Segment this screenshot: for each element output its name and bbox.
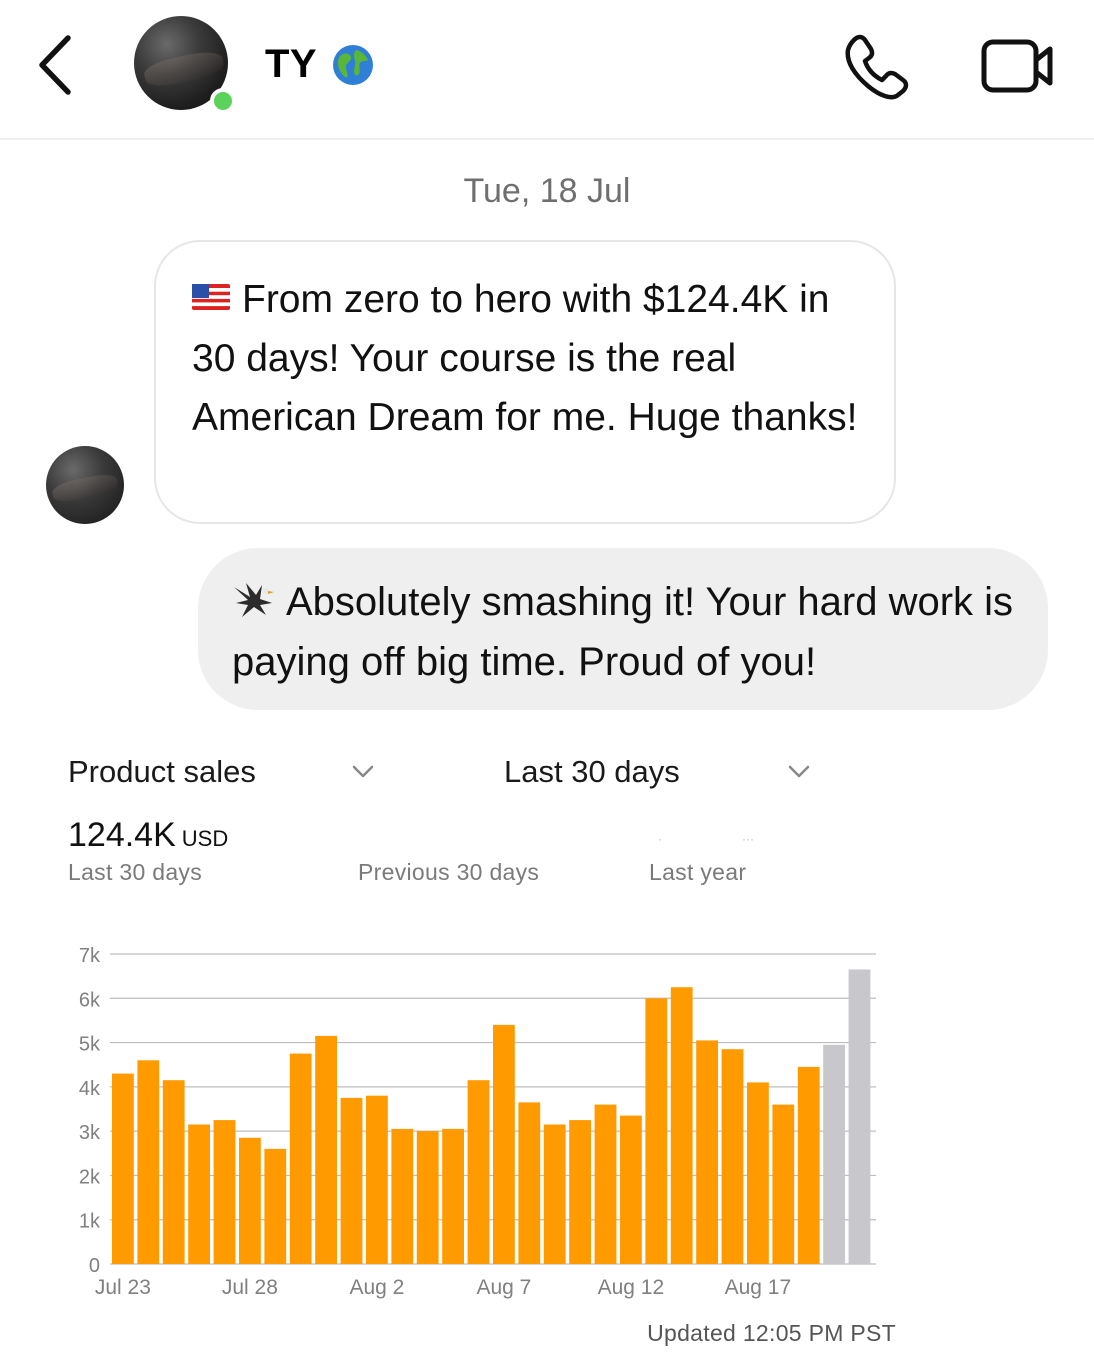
bar: [823, 1044, 845, 1264]
y-tick-label: 0: [89, 1255, 100, 1277]
bar: [391, 1128, 414, 1264]
bar: [543, 1124, 566, 1264]
bar: [112, 1073, 134, 1264]
bar: [772, 1104, 795, 1264]
y-tick-label: 4k: [79, 1078, 101, 1100]
bar: [493, 1024, 515, 1264]
x-tick-label: Jul 23: [95, 1276, 151, 1299]
x-tick-label: Aug 2: [349, 1276, 404, 1299]
bar: [645, 998, 668, 1264]
metric-select[interactable]: Product sales: [68, 754, 256, 790]
chevron-down-icon[interactable]: [351, 762, 375, 780]
bar: [315, 1035, 337, 1264]
period-current-tab[interactable]: Last 30 days: [68, 859, 202, 886]
bar: [264, 1148, 287, 1264]
sales-bar-chart: 0 1k 2k 3k 4k 5k 6k 7k Jul 23 Jul 28 Aug 2 Aug 7 Aug…: [79, 945, 876, 1299]
period-last-year-tab[interactable]: Last year: [649, 859, 746, 886]
bar: [442, 1128, 464, 1264]
x-tick-label: Aug 7: [476, 1276, 531, 1299]
bar: [289, 1053, 312, 1264]
x-tick-label: Aug 12: [598, 1276, 665, 1299]
y-tick-label: 3k: [79, 1122, 101, 1144]
y-tick-label: 2k: [79, 1166, 101, 1188]
back-icon[interactable]: [30, 30, 80, 100]
bar: [620, 1115, 642, 1264]
chat-header: TY: [0, 0, 1094, 140]
bar: [137, 1060, 160, 1264]
y-tick-label: 1k: [79, 1211, 101, 1233]
bar: [518, 1102, 541, 1264]
globe-icon: [333, 45, 373, 85]
placeholder-mark: ···: [742, 832, 754, 846]
bar: [747, 1082, 769, 1264]
video-camera-icon[interactable]: [980, 36, 1056, 96]
phone-icon[interactable]: [840, 30, 912, 102]
bar: [797, 1066, 820, 1264]
eagle-icon: [234, 583, 274, 617]
incoming-message: From zero to hero with $124.4K in 30 day…: [192, 270, 858, 447]
y-tick-label: 6k: [79, 989, 101, 1011]
chevron-down-icon[interactable]: [787, 762, 811, 780]
placeholder-mark: ·: [658, 832, 662, 846]
updated-timestamp: Updated 12:05 PM PST: [647, 1320, 896, 1346]
contact-name[interactable]: TY: [265, 42, 317, 87]
bar: [721, 1049, 744, 1264]
bar: [848, 969, 871, 1264]
period-previous-tab[interactable]: Previous 30 days: [358, 859, 539, 886]
outgoing-message-bubble[interactable]: Absolutely smashing it! Your hard work i…: [198, 548, 1048, 710]
bar: [416, 1131, 439, 1264]
online-status-dot: [210, 88, 236, 114]
y-tick-label: 7k: [79, 945, 101, 967]
bar: [340, 1097, 363, 1264]
sender-avatar[interactable]: [46, 446, 124, 524]
us-flag-icon: [192, 284, 230, 310]
bar: [188, 1124, 210, 1264]
bar: [569, 1120, 591, 1264]
y-tick-label: 5k: [79, 1034, 101, 1056]
bar: [467, 1080, 490, 1264]
bar: [366, 1095, 388, 1264]
outgoing-message: Absolutely smashing it! Your hard work i…: [232, 572, 1018, 692]
incoming-message-bubble[interactable]: From zero to hero with $124.4K in 30 day…: [154, 240, 896, 524]
x-tick-label: Jul 28: [222, 1276, 278, 1299]
bar: [594, 1104, 617, 1264]
bar: [162, 1080, 185, 1264]
incoming-message-text: From zero to hero with $124.4K in 30 day…: [192, 278, 858, 439]
x-tick-label: Aug 17: [725, 1276, 792, 1299]
total-value: 124.4K: [68, 816, 176, 854]
bar: [213, 1120, 236, 1264]
bar: [670, 987, 693, 1264]
outgoing-message-text: Absolutely smashing it! Your hard work i…: [232, 580, 1014, 684]
date-separator: Tue, 18 Jul: [463, 172, 631, 210]
range-select[interactable]: Last 30 days: [504, 754, 680, 790]
total-sales-value: 124.4K USD: [68, 816, 228, 855]
bar: [696, 1040, 718, 1264]
bar: [239, 1137, 261, 1264]
total-unit: USD: [181, 826, 229, 851]
